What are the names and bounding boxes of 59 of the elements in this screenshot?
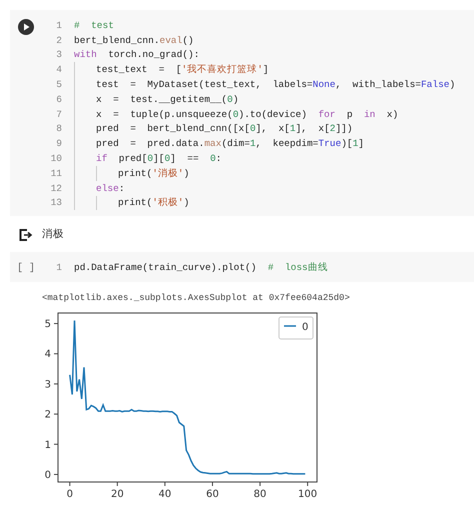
code-line: else:: [96, 182, 125, 194]
x-tick: [116, 482, 118, 487]
code-line: pred = bert_blend_cnn([x[0], x[1], x[2]]): [96, 123, 353, 134]
output-text: <matplotlib.axes._subplots.AxesSubplot at 0x7fee604a25d0>: [42, 292, 350, 304]
x-tick: [164, 482, 166, 487]
code-line: # test: [74, 20, 114, 31]
code-line: with torch.no_grad():: [74, 49, 200, 60]
code-line: print('消极'): [118, 166, 190, 180]
line-number: 7: [55, 108, 62, 120]
tick-label: 0: [66, 489, 73, 500]
tick-label: 2: [44, 410, 51, 421]
code-line: x = tuple(p.unsqueeze(0).to(device) for p in x): [96, 108, 398, 120]
code-line: x = test.__getitem__(0): [96, 94, 239, 105]
tick-label: 80: [254, 489, 266, 500]
code-line: test = MyDataset(test_text, labels=None, with_labels=False): [96, 79, 456, 90]
line-number: 10: [50, 153, 62, 164]
y-tick: [54, 444, 58, 446]
x-tick: [260, 482, 261, 487]
line-number: 4: [55, 64, 62, 76]
y-tick: [54, 384, 58, 385]
tick-label: 4: [44, 350, 51, 361]
y-tick: [54, 414, 58, 415]
code-line: print('积极'): [118, 196, 190, 210]
run-button[interactable]: [18, 19, 34, 35]
chart-legend: 0: [278, 316, 314, 340]
y-tick: [54, 354, 58, 355]
x-tick: [69, 482, 70, 487]
line-number: 12: [50, 182, 62, 194]
legend-label: 0: [302, 322, 308, 334]
code-line: bert_blend_cnn.eval(): [74, 34, 194, 46]
tick-label: 5: [44, 319, 51, 330]
x-tick: [212, 482, 213, 487]
code-line: if pred[0][0] == 0:: [96, 153, 222, 164]
line-number: 9: [55, 138, 62, 150]
tick-label: 100: [298, 489, 318, 500]
line-number: 8: [55, 123, 62, 134]
line-number: 3: [55, 49, 62, 60]
y-tick: [54, 474, 58, 476]
tick-label: 1: [44, 440, 51, 452]
run-marker[interactable]: [ ]: [16, 261, 35, 276]
line-number: 1: [55, 20, 62, 31]
code-line: pred = pred.data.max(dim=1, keepdim=True)[1]: [96, 138, 364, 150]
tick-label: 40: [158, 489, 172, 500]
tick-label: 0: [44, 470, 51, 482]
line-number: 1: [55, 262, 62, 274]
x-tick: [307, 482, 308, 487]
line-number: 6: [55, 94, 62, 105]
tick-label: 60: [206, 489, 219, 500]
output-arrow-icon: [19, 229, 33, 242]
line-number: 13: [50, 197, 62, 208]
code-line: test_text = ['我不喜欢打篮球']: [96, 63, 269, 76]
line-number: 5: [55, 79, 62, 90]
line-number: 2: [55, 34, 62, 46]
y-tick: [54, 323, 58, 324]
code-line: pd.DataFrame(train_curve).plot() # loss曲线: [74, 261, 328, 274]
tick-label: 3: [44, 380, 51, 391]
output-text: 消极: [42, 227, 64, 242]
tick-label: 20: [110, 489, 124, 500]
line-number: 11: [50, 168, 62, 179]
